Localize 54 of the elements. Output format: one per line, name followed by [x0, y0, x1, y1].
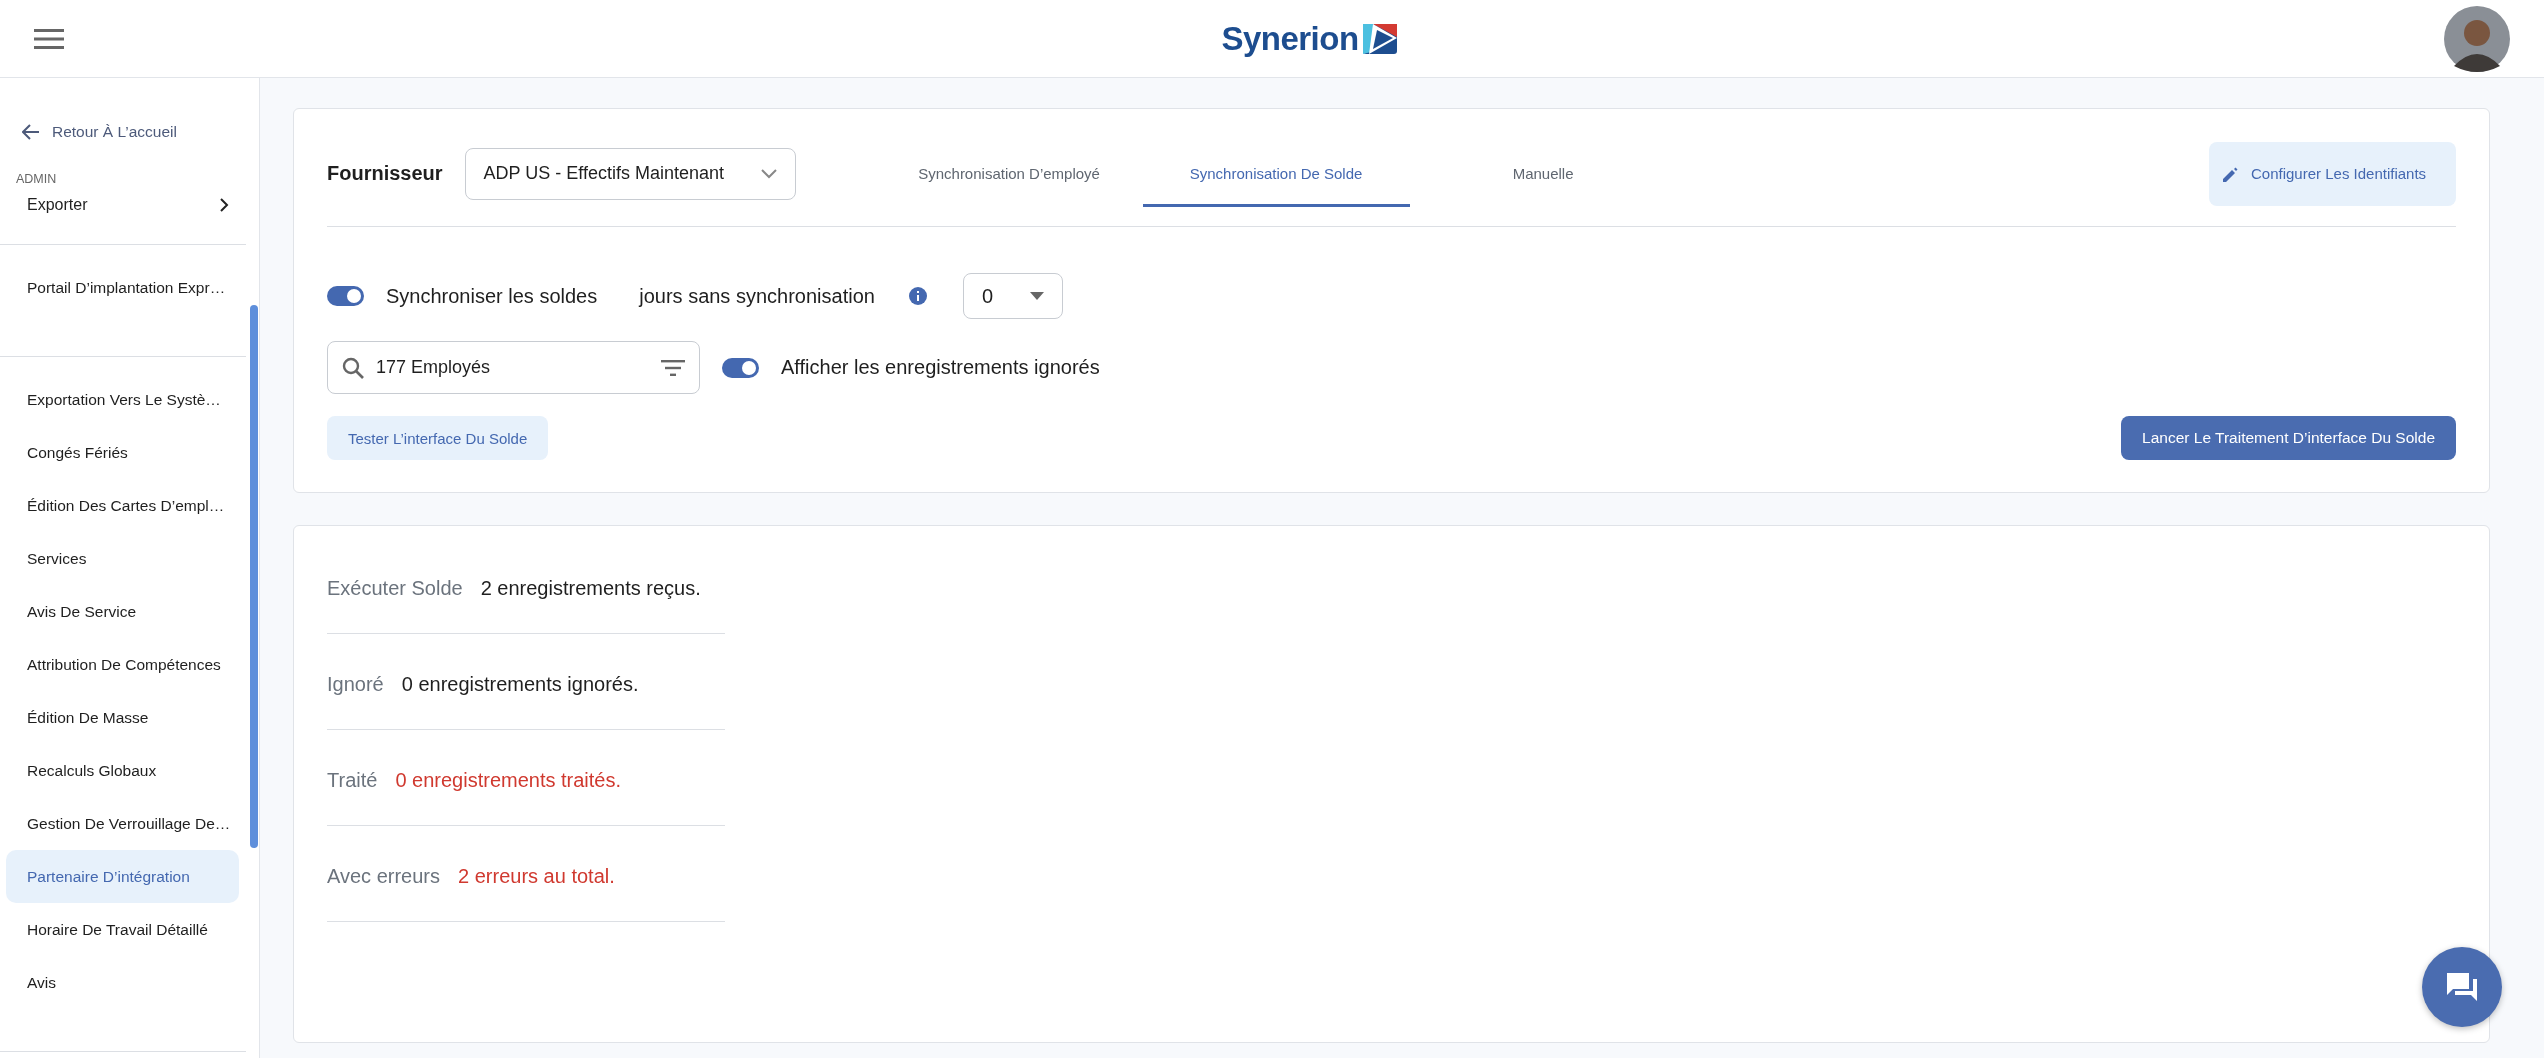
sidebar-item[interactable]: Recalculs Globaux: [6, 744, 239, 797]
toggle-switch[interactable]: [722, 357, 759, 378]
sidebar-item[interactable]: Congés Fériés: [6, 426, 239, 479]
sidebar-item[interactable]: Exportation Vers Le Systè…: [6, 373, 239, 426]
summary-label: Ignoré: [327, 673, 384, 696]
summary-value: 0 enregistrements ignorés.: [401, 673, 639, 696]
back-arrow-icon: [22, 124, 40, 140]
tab[interactable]: Synchronisation D’employé: [875, 140, 1143, 207]
summary-label: Exécuter Solde: [327, 577, 463, 600]
sidebar-item[interactable]: Édition Des Cartes D’empl…: [6, 479, 239, 532]
logo-text: Synerion: [1221, 19, 1359, 58]
info-icon[interactable]: [908, 287, 927, 305]
sidebar-item[interactable]: Portail D’implantation Expr…: [6, 261, 239, 314]
tab[interactable]: Manuelle: [1409, 140, 1677, 207]
tab[interactable]: Synchronisation De Solde: [1142, 140, 1410, 207]
filter-icon[interactable]: [661, 359, 685, 376]
sidebar-item[interactable]: Avis: [6, 956, 239, 1009]
configure-button[interactable]: Configurer Les Identifiants: [2209, 141, 2456, 206]
summary-label: Traité: [327, 769, 378, 792]
summary-value: 2 enregistrements reçus.: [480, 577, 701, 600]
sidebar-item[interactable]: Services: [6, 532, 239, 585]
chat-icon: [2445, 971, 2479, 1003]
pencil-icon: [2223, 165, 2239, 182]
sidebar-item[interactable]: Partenaire D’intégration: [6, 850, 239, 903]
test-button[interactable]: Tester L’interface Du Solde: [327, 416, 549, 460]
menu-icon[interactable]: [34, 28, 64, 49]
sidebar-item[interactable]: Horaire De Travail Détaillé: [6, 903, 239, 956]
summary-label: Avec erreurs: [327, 865, 440, 888]
days-dropdown[interactable]: 0: [962, 273, 1063, 319]
scrollbar[interactable]: [250, 305, 258, 848]
days-label: jours sans synchronisation: [639, 284, 875, 308]
menu-item[interactable]: Exporter: [0, 186, 259, 220]
chat-button[interactable]: [2422, 947, 2502, 1027]
sidebar-item[interactable]: Édition De Masse: [6, 691, 239, 744]
summary-value: 0 enregistrements traités.: [395, 769, 622, 792]
toggle-label: Synchroniser les soldes: [386, 284, 598, 308]
toggle-label: Afficher les enregistrements ignorés: [781, 356, 1100, 379]
sidebar-item[interactable]: Avis De Service: [6, 585, 239, 638]
provider-dropdown[interactable]: ADP US - Effectifs Maintenant: [464, 147, 796, 200]
back-link[interactable]: Retour À L’accueil: [0, 108, 259, 156]
flag-icon: [1362, 23, 1397, 54]
search-icon: [342, 356, 364, 379]
run-button[interactable]: Lancer Le Traitement D’interface Du Solde: [2121, 416, 2456, 460]
provider-label: Fournisseur: [327, 162, 443, 185]
toggle-switch[interactable]: [327, 286, 364, 306]
summary-value: 2 erreurs au total.: [458, 865, 615, 888]
section-label: ADMIN: [15, 171, 58, 186]
search-field[interactable]: 177 Employés: [327, 341, 700, 394]
chevron-icon: [219, 198, 229, 212]
sidebar-item[interactable]: Attribution De Compétences: [6, 638, 239, 691]
chevron-down-icon: [760, 168, 777, 179]
avatar[interactable]: [2444, 5, 2510, 72]
caret-icon: [1029, 292, 1044, 300]
sidebar-item[interactable]: Gestion De Verrouillage De…: [6, 797, 239, 850]
